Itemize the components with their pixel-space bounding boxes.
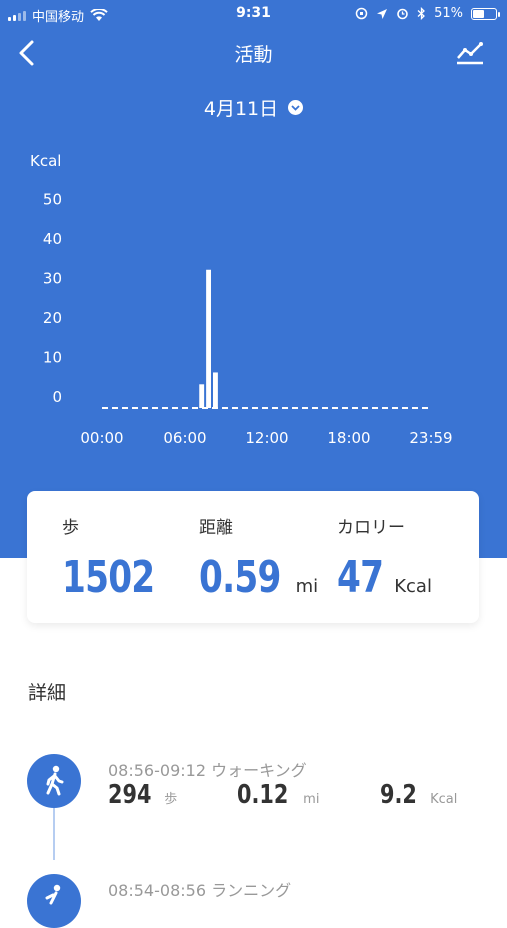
- timeline-connector: [53, 808, 55, 860]
- y-tick-label: 20: [43, 309, 62, 327]
- steps-label: 歩: [62, 518, 79, 538]
- y-tick-label: 0: [52, 388, 62, 406]
- status-bar: 中国移动 9:31 51%: [0, 0, 507, 28]
- location-icon: [377, 8, 388, 19]
- distance-label: 距離: [199, 518, 233, 538]
- date-label: 4月11日: [203, 98, 279, 120]
- activity-steps-value: 294: [108, 780, 152, 810]
- bluetooth-icon: [417, 7, 426, 20]
- chevron-down-icon: [288, 100, 304, 115]
- distance-unit: mi: [295, 576, 319, 597]
- walking-icon: [27, 754, 81, 808]
- activity-calories-unit: Kcal: [430, 792, 458, 807]
- distance-value: 0.59: [199, 552, 281, 603]
- activity-steps-unit: 歩: [164, 792, 178, 807]
- x-tick-label: 23:59: [409, 429, 452, 447]
- x-tick-label: 06:00: [163, 429, 206, 447]
- battery-percent: 51%: [434, 6, 463, 21]
- activity-steps: 294 歩: [108, 780, 177, 810]
- battery-icon: [471, 7, 500, 20]
- alarm-icon: [397, 8, 408, 20]
- activity-time-running[interactable]: 08:54-08:56 ランニング: [108, 877, 291, 901]
- y-tick-label: 50: [43, 191, 62, 209]
- x-tick-label: 00:00: [80, 429, 123, 447]
- calories-value: 47: [337, 552, 384, 603]
- activity-distance-unit: mi: [303, 792, 320, 807]
- y-tick-label: 40: [43, 230, 62, 248]
- rotation-lock-icon: [355, 7, 368, 20]
- line-chart-icon[interactable]: [455, 40, 485, 66]
- y-tick-label: 30: [43, 270, 62, 288]
- date-selector[interactable]: 4月11日: [0, 94, 507, 121]
- calories-label: カロリー: [337, 518, 405, 538]
- x-tick-label: 12:00: [245, 429, 288, 447]
- x-tick-label: 18:00: [327, 429, 370, 447]
- detail-heading: 詳細: [28, 682, 67, 704]
- chart-bar: [213, 372, 218, 408]
- y-axis-label: Kcal: [30, 152, 61, 170]
- calories-stat: カロリー 47 Kcal: [337, 513, 432, 603]
- chart-bar: [206, 269, 211, 408]
- chart-bar: [199, 384, 205, 408]
- calories-unit: Kcal: [394, 576, 432, 597]
- activity-distance-value: 0.12: [237, 780, 289, 810]
- steps-value: 1502: [62, 552, 155, 603]
- activity-distance: 0.12 mi: [237, 780, 319, 810]
- calorie-chart: Kcal 50 40 30 20 10 0 00:00 06:00 12:00 18:00 23:59: [30, 152, 453, 447]
- distance-stat: 距離 0.59 mi: [199, 513, 318, 603]
- steps-stat: 歩 1502: [62, 513, 180, 603]
- page-title: 活動: [234, 44, 273, 66]
- activity-time-walking[interactable]: 08:56-09:12 ウォーキング: [108, 757, 307, 781]
- running-icon: [27, 874, 81, 928]
- summary-card: 歩 1502 距離 0.59 mi カロリー 47 Kcal: [27, 491, 479, 623]
- activity-calories-value: 9.2: [380, 780, 417, 810]
- activity-calories: 9.2 Kcal: [380, 780, 457, 810]
- y-tick-label: 10: [43, 349, 62, 367]
